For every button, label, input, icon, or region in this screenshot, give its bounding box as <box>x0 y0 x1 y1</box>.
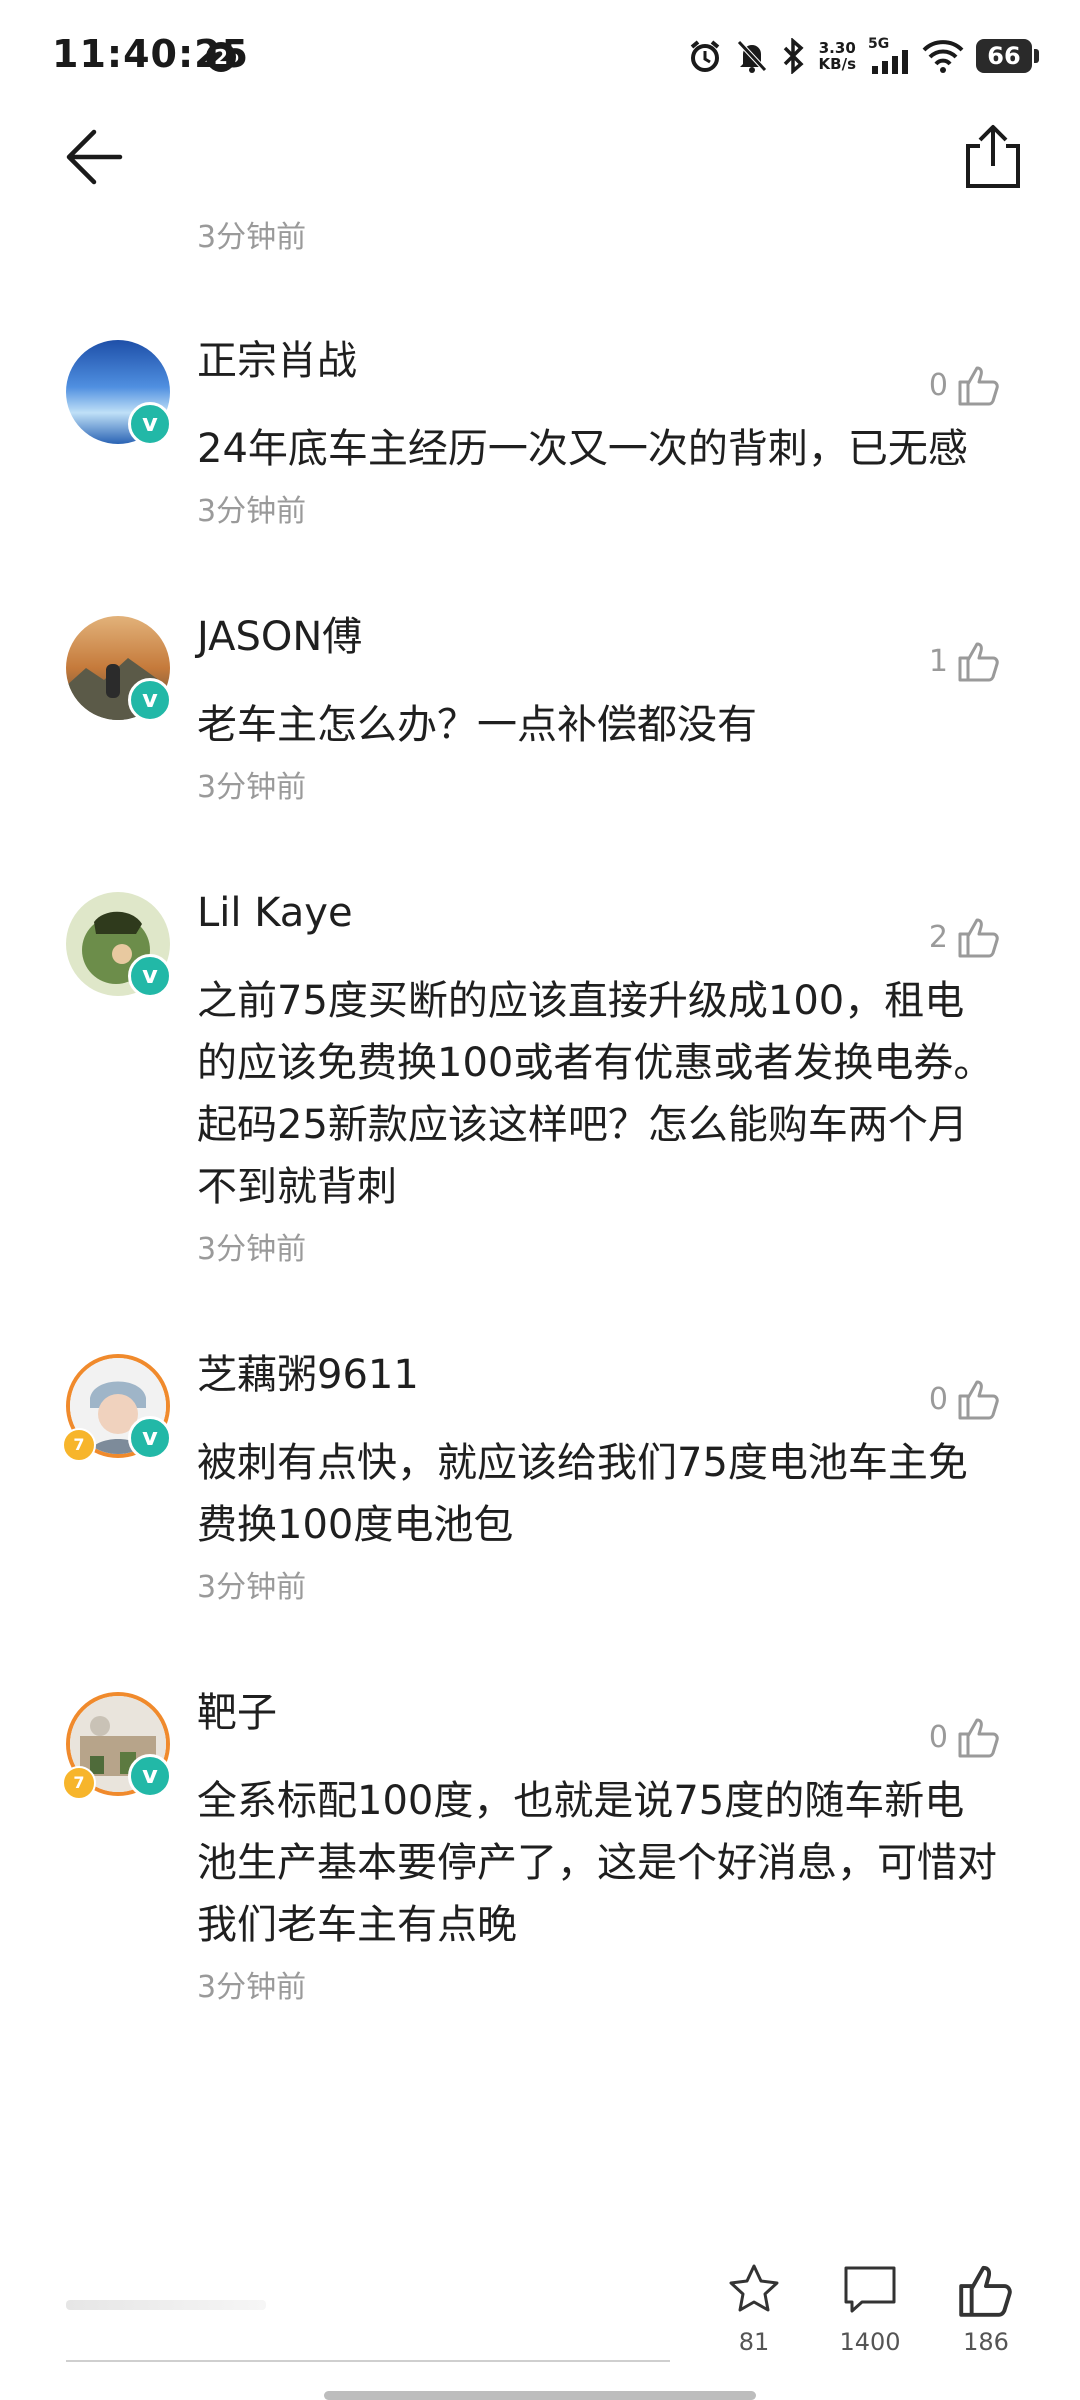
nav-bar <box>0 110 1080 210</box>
comment-username[interactable]: JASON傅 <box>197 606 1000 668</box>
thumbs-up-icon <box>958 1718 999 1758</box>
comment-like-button[interactable]: 0 <box>929 1376 1002 1422</box>
comment-input-underline[interactable] <box>66 2360 670 2362</box>
network-speed-value: 3.30 <box>818 39 856 57</box>
comment-time: 3分钟前 <box>197 494 307 529</box>
comment-like-count: 0 <box>928 367 948 403</box>
comment-bubble-icon <box>844 2266 896 2313</box>
level-badge-icon: 7 <box>62 1766 96 1800</box>
bottom-action-bar: 81 1400 186 <box>0 2240 1080 2400</box>
comment-item: v Lil Kaye 2 之前75度买断的应该直接升级成100，租电的应该免费换… <box>0 882 1080 1270</box>
comment-text: 24年底车主经历一次又一次的背刺，已无感 <box>197 426 968 472</box>
comment-item: 7 v 靶子 0 全系标配100度，也就是说75度的随车新电池生产基本要停产了，… <box>0 1682 1080 2008</box>
comment-like-count: 2 <box>928 919 948 955</box>
comment-list: v 正宗肖战 0 24年底车主经历一次又一次的背刺，已无感 3分钟前 v JAS… <box>0 310 1080 2082</box>
comment-like-button[interactable]: 1 <box>929 638 1002 684</box>
verified-badge-icon: v <box>128 954 172 998</box>
comment-time: 3分钟前 <box>197 1232 307 1267</box>
system-icons: 3.30 KB/s 5G 66 <box>687 36 1039 76</box>
thumbs-up-icon <box>959 2265 1012 2317</box>
share-icon <box>966 125 1020 188</box>
verified-badge-icon: v <box>128 1416 172 1460</box>
verified-badge-icon: v <box>128 1754 172 1798</box>
comment-text: 全系标配100度，也就是说75度的随车新电池生产基本要停产了，这是个好消息，可惜… <box>197 1778 997 1948</box>
home-indicator[interactable] <box>324 2391 756 2400</box>
like-button[interactable]: 186 <box>936 2260 1036 2356</box>
bluetooth-icon <box>783 38 804 74</box>
level-badge-icon: 7 <box>62 1428 96 1462</box>
comment-like-count: 1 <box>928 643 948 679</box>
comment-username[interactable]: 芝藕粥9611 <box>197 1344 1000 1406</box>
comment-input-placeholder[interactable] <box>66 2300 266 2310</box>
mute-bell-icon <box>736 40 767 73</box>
comment-username[interactable]: Lil Kaye <box>197 882 1000 944</box>
previous-comment-time: 3分钟前 <box>197 220 307 255</box>
comment-time: 3分钟前 <box>197 770 307 805</box>
comment-text: 被刺有点快，就应该给我们75度电池车主免费换100度电池包 <box>197 1440 968 1548</box>
comment-time: 3分钟前 <box>197 1570 307 1605</box>
comment-like-count: 0 <box>928 1381 948 1417</box>
like-count: 186 <box>963 2328 1009 2356</box>
verified-badge-icon: v <box>128 678 172 722</box>
thumbs-up-icon <box>958 366 999 406</box>
comment-text: 老车主怎么办？一点补偿都没有 <box>197 702 757 748</box>
comment-like-button[interactable]: 0 <box>929 1714 1002 1760</box>
cellular-signal: 5G <box>868 36 910 74</box>
comment-text: 之前75度买断的应该直接升级成100，租电的应该免费换100或者有优惠或者发换电… <box>197 978 994 1210</box>
wifi-icon <box>922 40 964 73</box>
signal-bars-icon <box>872 50 908 74</box>
comment-like-button[interactable]: 0 <box>929 362 1002 408</box>
status-bar: 11:40:25 2 3.30 KB/s 5G 66 <box>0 0 1080 110</box>
comment-like-button[interactable]: 2 <box>929 914 1002 960</box>
comment-time: 3分钟前 <box>197 1970 307 2005</box>
network-speed: 3.30 KB/s <box>819 40 856 72</box>
comment-item: v JASON傅 1 老车主怎么办？一点补偿都没有 3分钟前 <box>0 606 1080 808</box>
comment-like-count: 0 <box>928 1719 948 1755</box>
back-button[interactable] <box>60 122 130 192</box>
comment-count: 1400 <box>839 2328 901 2356</box>
thumbs-up-icon <box>958 1380 999 1420</box>
back-arrow-icon <box>66 129 123 185</box>
network-speed-unit: KB/s <box>818 55 856 73</box>
comment-item: v 正宗肖战 0 24年底车主经历一次又一次的背刺，已无感 3分钟前 <box>0 330 1080 532</box>
share-button[interactable] <box>958 122 1028 192</box>
favorite-button[interactable]: 81 <box>704 2260 804 2356</box>
comment-username[interactable]: 正宗肖战 <box>197 330 1000 392</box>
comment-button[interactable]: 1400 <box>820 2260 920 2356</box>
thumbs-up-icon <box>958 642 999 682</box>
alarm-icon <box>690 40 719 72</box>
notification-count-badge: 2 <box>206 42 236 72</box>
thumbs-up-icon <box>958 918 999 958</box>
comment-item: 7 v 芝藕粥9611 0 被刺有点快，就应该给我们75度电池车主免费换100度… <box>0 1344 1080 1608</box>
favorite-count: 81 <box>738 2328 770 2356</box>
comment-username[interactable]: 靶子 <box>197 1682 1000 1744</box>
star-icon <box>729 2264 779 2312</box>
battery-indicator: 66 <box>976 39 1039 73</box>
verified-badge-icon: v <box>128 402 172 446</box>
